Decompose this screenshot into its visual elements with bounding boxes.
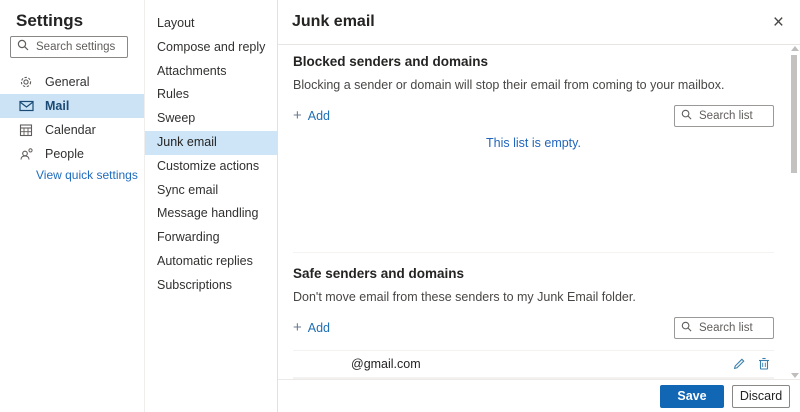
pencil-icon	[733, 358, 746, 373]
search-icon	[681, 107, 692, 125]
sidebar-item-label: Mail	[45, 99, 69, 113]
edit-button[interactable]	[733, 357, 746, 371]
scrollbar[interactable]	[790, 46, 798, 378]
category-item-attachments[interactable]: Attachments	[145, 60, 277, 84]
mail-icon	[18, 98, 34, 114]
safe-senders-description: Don't move email from these senders to m…	[293, 290, 774, 304]
trash-icon	[758, 358, 770, 373]
category-item-forwarding[interactable]: Forwarding	[145, 226, 277, 250]
panel-title: Junk email	[292, 13, 375, 31]
add-label: Add	[308, 109, 330, 123]
settings-window: Settings General Mail	[0, 0, 800, 412]
category-item-customize-actions[interactable]: Customize actions	[145, 155, 277, 179]
category-item-subscriptions[interactable]: Subscriptions	[145, 274, 277, 298]
safe-search-list-box[interactable]	[674, 317, 774, 339]
settings-search-input[interactable]	[34, 40, 121, 54]
category-item-rules[interactable]: Rules	[145, 83, 277, 107]
plus-icon: +	[293, 110, 302, 122]
category-item-message-handling[interactable]: Message handling	[145, 202, 277, 226]
sidebar-item-label: Calendar	[45, 123, 96, 137]
safe-senders-heading: Safe senders and domains	[293, 253, 774, 281]
calendar-icon	[18, 122, 34, 138]
panel-footer: Save Discard	[278, 379, 800, 412]
search-icon	[681, 319, 692, 337]
people-icon	[18, 146, 34, 162]
search-icon	[17, 38, 29, 56]
view-quick-settings-link[interactable]: View quick settings	[36, 168, 138, 182]
blocked-add-button[interactable]: + Add	[293, 109, 330, 123]
sidebar-nav: General Mail Calendar People	[0, 70, 144, 166]
safe-add-button[interactable]: + Add	[293, 321, 330, 335]
close-button[interactable]: ×	[771, 13, 786, 32]
discard-button[interactable]: Discard	[732, 385, 790, 408]
category-item-automatic-replies[interactable]: Automatic replies	[145, 250, 277, 274]
blocked-search-list-input[interactable]	[697, 109, 767, 123]
list-item[interactable]: @gmail.com	[293, 350, 774, 378]
panel-body: Blocked senders and domains Blocking a s…	[278, 45, 800, 380]
settings-title: Settings	[16, 11, 144, 31]
safe-senders-section: Safe senders and domains Don't move emai…	[278, 253, 800, 380]
blocked-senders-section: Blocked senders and domains Blocking a s…	[278, 45, 800, 253]
category-item-sync-email[interactable]: Sync email	[145, 179, 277, 203]
safe-sender-address: @gmail.com	[351, 357, 421, 371]
sidebar-item-label: General	[45, 75, 89, 89]
plus-icon: +	[293, 322, 302, 334]
category-item-layout[interactable]: Layout	[145, 12, 277, 36]
blocked-empty-message: This list is empty.	[293, 136, 774, 150]
blocked-senders-description: Blocking a sender or domain will stop th…	[293, 78, 774, 92]
settings-sidebar: Settings General Mail	[0, 0, 144, 412]
sidebar-item-label: People	[45, 147, 84, 161]
delete-button[interactable]	[758, 357, 770, 371]
category-item-junk-email[interactable]: Junk email	[145, 131, 277, 155]
scroll-down-arrow-icon[interactable]	[791, 373, 799, 378]
sidebar-item-calendar[interactable]: Calendar	[0, 118, 144, 142]
blocked-search-list-box[interactable]	[674, 105, 774, 127]
sidebar-item-people[interactable]: People	[0, 142, 144, 166]
gear-icon	[18, 74, 34, 90]
blocked-senders-heading: Blocked senders and domains	[293, 45, 774, 69]
sidebar-item-general[interactable]: General	[0, 70, 144, 94]
scroll-up-arrow-icon[interactable]	[791, 46, 799, 51]
junk-email-panel: Junk email × Blocked senders and domains…	[277, 0, 800, 412]
sidebar-item-mail[interactable]: Mail	[0, 94, 144, 118]
settings-search-box[interactable]	[10, 36, 128, 58]
save-button[interactable]: Save	[660, 385, 724, 408]
mail-settings-categories: Layout Compose and reply Attachments Rul…	[144, 0, 277, 412]
add-label: Add	[308, 321, 330, 335]
category-item-compose-and-reply[interactable]: Compose and reply	[145, 36, 277, 60]
safe-senders-list: @gmail.com	[293, 350, 774, 380]
scrollbar-thumb[interactable]	[791, 55, 797, 173]
panel-header: Junk email ×	[278, 0, 800, 45]
category-item-sweep[interactable]: Sweep	[145, 107, 277, 131]
safe-search-list-input[interactable]	[697, 321, 767, 335]
